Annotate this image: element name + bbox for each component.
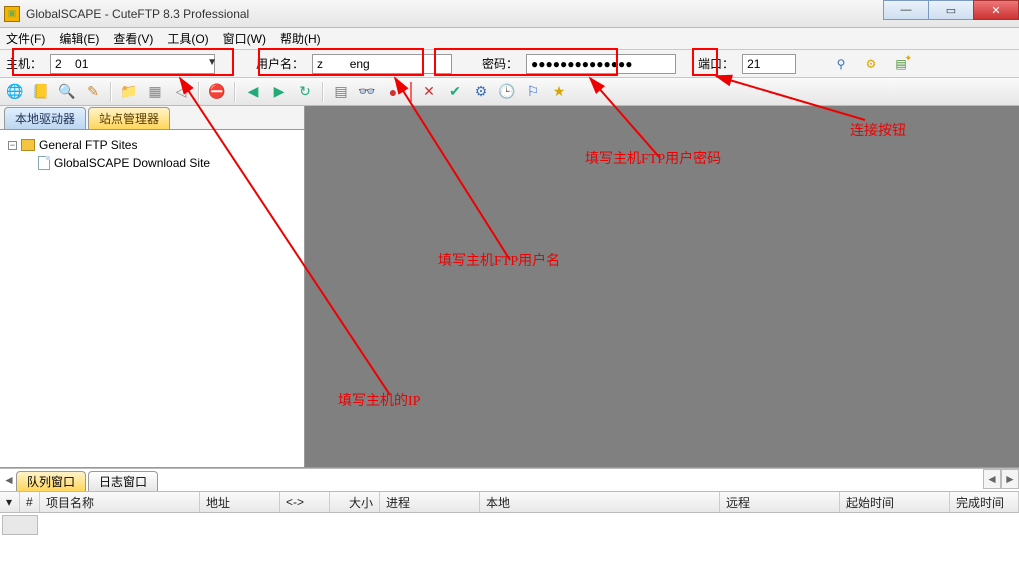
col-start[interactable]: 起始时间 <box>840 492 950 512</box>
tree-root-label: General FTP Sites <box>39 138 137 152</box>
tab-queue[interactable]: 队列窗口 <box>16 471 86 491</box>
user-label: 用户名： <box>256 55 304 72</box>
col-proc[interactable]: 进程 <box>380 492 480 512</box>
search-icon[interactable]: 🔍 <box>56 81 78 103</box>
collapse-icon[interactable]: − <box>8 141 17 150</box>
arrow-right-icon[interactable]: ▶ <box>268 81 290 103</box>
folder-icon <box>21 139 35 151</box>
username-input[interactable] <box>312 54 452 74</box>
settings-button[interactable]: ⚙ <box>860 53 882 75</box>
menu-help[interactable]: 帮助(H) <box>280 30 321 47</box>
maximize-button[interactable]: ▭ <box>928 0 974 20</box>
title-bar: ▣ GlobalSCAPE - CuteFTP 8.3 Professional… <box>0 0 1019 28</box>
left-pane: 本地驱动器 站点管理器 − General FTP Sites GlobalSC… <box>0 106 305 467</box>
check-icon[interactable]: ✔ <box>444 81 466 103</box>
col-num[interactable]: # <box>20 492 40 512</box>
annotation-connect: 连接按钮 <box>850 120 906 140</box>
col-end[interactable]: 完成时间 <box>950 492 1019 512</box>
gear-icon[interactable]: ⚙ <box>470 81 492 103</box>
tab-site-manager[interactable]: 站点管理器 <box>88 107 170 129</box>
queue-header: ▾ # 项目名称 地址 <-> 大小 进程 本地 远程 起始时间 完成时间 <box>0 491 1019 513</box>
cancel-icon[interactable]: ✕ <box>418 81 440 103</box>
tree-item-label: GlobalSCAPE Download Site <box>54 156 210 170</box>
folder-icon[interactable]: 📁 <box>118 81 140 103</box>
bottom-pane: ◄ 队列窗口 日志窗口 ◄ ► ▾ # 项目名称 地址 <-> 大小 进程 本地… <box>0 468 1019 577</box>
dot-icon[interactable]: ● <box>382 81 404 103</box>
flag-icon[interactable]: ⚐ <box>522 81 544 103</box>
menu-file[interactable]: 文件(F) <box>6 30 45 47</box>
tree-root[interactable]: − General FTP Sites <box>4 136 300 154</box>
menu-view[interactable]: 查看(V) <box>113 30 153 47</box>
back-icon[interactable]: ◁ <box>170 81 192 103</box>
main-toolbar: 🌐 📒 🔍 ✎ 📁 ▦ ◁ ⛔ ◀ ▶ ↻ ▤ 👓 ● ✕ ✔ ⚙ 🕒 ⚐ ★ <box>0 78 1019 106</box>
connection-bar: 主机： ▼ 用户名： 密码： 端口： ⚲ ⚙ ▤✦ <box>0 50 1019 78</box>
queue-body[interactable] <box>0 513 1019 577</box>
host-input[interactable] <box>50 54 215 74</box>
port-label: 端口： <box>698 55 734 72</box>
menu-tools[interactable]: 工具(O) <box>167 30 208 47</box>
book-icon[interactable]: 📒 <box>30 81 52 103</box>
col-dir[interactable]: <-> <box>280 492 330 512</box>
tab-local-drives[interactable]: 本地驱动器 <box>4 107 86 129</box>
layout-icon[interactable]: ▦ <box>144 81 166 103</box>
col-local[interactable]: 本地 <box>480 492 720 512</box>
new-site-button[interactable]: ▤✦ <box>890 53 912 75</box>
window-title: GlobalSCAPE - CuteFTP 8.3 Professional <box>26 7 249 21</box>
tab-scroll-left-icon[interactable]: ◄ <box>2 469 16 491</box>
refresh-icon[interactable]: ↻ <box>294 81 316 103</box>
clock-icon[interactable]: 🕒 <box>496 81 518 103</box>
col-flag[interactable]: ▾ <box>0 492 20 512</box>
tab-prev-icon[interactable]: ◄ <box>983 469 1001 489</box>
table-icon[interactable]: ▤ <box>330 81 352 103</box>
tab-log[interactable]: 日志窗口 <box>88 471 158 491</box>
tree-item[interactable]: GlobalSCAPE Download Site <box>4 154 300 172</box>
connect-button[interactable]: ⚲ <box>830 53 852 75</box>
annotation-pass: 填写主机FTP用户密码 <box>585 148 721 168</box>
stop-icon[interactable]: ⛔ <box>206 81 228 103</box>
password-input[interactable] <box>526 54 676 74</box>
minimize-button[interactable]: — <box>883 0 929 20</box>
binoculars-icon[interactable]: 👓 <box>356 81 378 103</box>
site-tree[interactable]: − General FTP Sites GlobalSCAPE Download… <box>0 130 304 467</box>
tab-next-icon[interactable]: ► <box>1001 469 1019 489</box>
annotation-ip: 填写主机的IP <box>338 390 420 410</box>
arrow-left-icon[interactable]: ◀ <box>242 81 264 103</box>
col-name[interactable]: 项目名称 <box>40 492 200 512</box>
menu-bar: 文件(F) 编辑(E) 查看(V) 工具(O) 窗口(W) 帮助(H) <box>0 28 1019 50</box>
close-button[interactable]: ✕ <box>973 0 1019 20</box>
menu-window[interactable]: 窗口(W) <box>223 30 266 47</box>
col-remote[interactable]: 远程 <box>720 492 840 512</box>
col-addr[interactable]: 地址 <box>200 492 280 512</box>
col-size[interactable]: 大小 <box>330 492 380 512</box>
menu-edit[interactable]: 编辑(E) <box>59 30 99 47</box>
site-icon <box>38 156 50 170</box>
port-input[interactable] <box>742 54 796 74</box>
left-tabstrip: 本地驱动器 站点管理器 <box>0 106 304 130</box>
world-icon[interactable]: 🌐 <box>4 81 26 103</box>
app-icon: ▣ <box>4 6 20 22</box>
password-label: 密码： <box>482 55 518 72</box>
annotation-user: 填写主机FTP用户名 <box>438 250 560 270</box>
host-label: 主机： <box>6 55 42 72</box>
wand-icon[interactable]: ✎ <box>82 81 104 103</box>
star-icon[interactable]: ★ <box>548 81 570 103</box>
grid-corner <box>2 515 38 535</box>
